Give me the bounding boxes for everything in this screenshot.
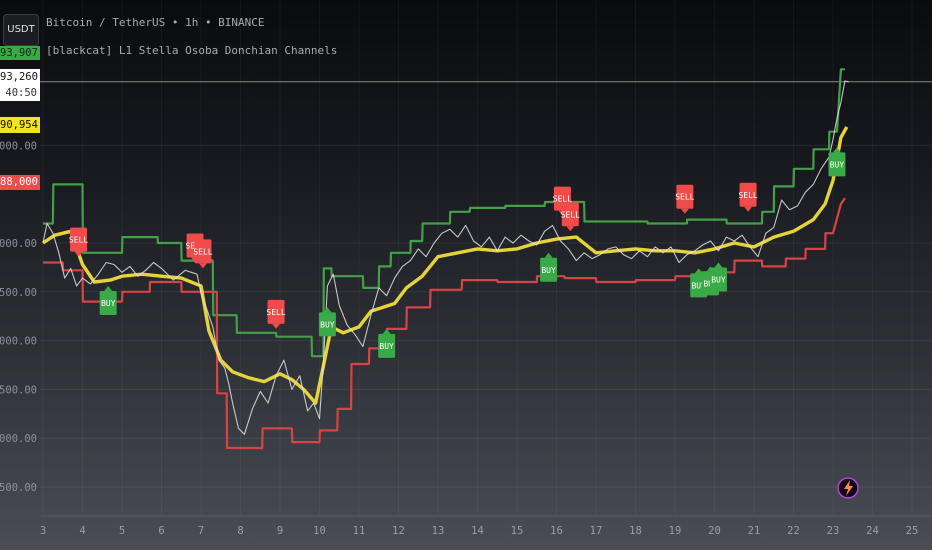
- buy-signal-label: BUY: [828, 147, 846, 177]
- buy-signal-label: BUY: [709, 262, 727, 292]
- x-tick-label: 21: [748, 525, 761, 537]
- x-tick-label: 18: [629, 525, 642, 537]
- lower-channel-line: [43, 197, 846, 450]
- sell-signal-label: SELL: [193, 239, 213, 269]
- buy-signal-label: BUY: [318, 307, 336, 337]
- signal-text: SELL: [193, 247, 212, 256]
- buy-signal-label: BUY: [378, 328, 396, 358]
- x-tick-label: 10: [313, 525, 326, 537]
- x-tick-label: 7: [198, 525, 204, 537]
- symbol-title: Bitcoin / TetherUS • 1h • BINANCE: [46, 16, 265, 29]
- countdown-tag: 40:50: [0, 85, 40, 101]
- x-tick-label: 13: [432, 525, 445, 537]
- x-tick-label: 14: [471, 525, 484, 537]
- signal-text: BUY: [379, 342, 394, 351]
- x-tick-label: 4: [79, 525, 85, 537]
- signal-text: BUY: [541, 266, 556, 275]
- x-tick-label: 15: [511, 525, 524, 537]
- sell-signal-label: SELL: [738, 182, 758, 212]
- x-tick-label: 23: [827, 525, 840, 537]
- signal-text: BUY: [830, 160, 845, 169]
- y-tick-label: 77,500.00: [0, 384, 37, 396]
- x-tick-label: 8: [237, 525, 243, 537]
- sell-signal-label: SELL: [675, 184, 695, 214]
- x-tick-label: 17: [590, 525, 603, 537]
- signal-text: SELL: [561, 210, 580, 219]
- y-axis: 72,500.00 75,000.00 77,500.00 80,000.00 82,5…: [0, 140, 37, 494]
- y-tick-label: 90,000.00: [0, 140, 37, 152]
- middle-channel-price-tag: 90,954.53: [0, 117, 40, 133]
- currency-button[interactable]: USDT: [3, 14, 39, 46]
- y-tick-label: 85,000.00: [0, 238, 37, 250]
- upper-channel-line: [43, 68, 845, 358]
- upper-channel-price-tag: 93,907.08: [0, 46, 40, 60]
- x-tick-label: 9: [277, 525, 283, 537]
- donchian-channel-lines: [42, 68, 849, 450]
- x-tick-label: 3: [40, 525, 46, 537]
- buy-signal-label: BUY: [99, 285, 117, 315]
- lower-channel-price-tag: 88,000.00: [0, 175, 40, 190]
- last-price-tag: 93,260.67: [0, 69, 40, 85]
- tradingview-logo[interactable]: [837, 477, 859, 499]
- x-tick-label: 16: [550, 525, 563, 537]
- x-tick-label: 22: [787, 525, 800, 537]
- x-tick-label: 12: [392, 525, 405, 537]
- price-chart[interactable]: SELLBUYSELLSELLSELLBUYBUYBUYSELLSELLSELL…: [0, 0, 932, 550]
- x-axis: 3 4 5 6 7 8 9 10 11 12 13 14 15 16 17 18 19 20 21 22 23 24 25: [40, 525, 918, 537]
- x-tick-label: 19: [669, 525, 682, 537]
- x-tick-label: 6: [158, 525, 164, 537]
- signal-text: SELL: [738, 191, 757, 200]
- signal-text: SELL: [69, 236, 88, 245]
- x-tick-label: 24: [866, 525, 879, 537]
- y-tick-label: 72,500.00: [0, 482, 37, 494]
- buy-signal-label: BUY: [540, 252, 558, 282]
- signal-text: BUY: [711, 276, 726, 285]
- signal-text: BUY: [320, 320, 335, 329]
- x-tick-label: 11: [353, 525, 366, 537]
- signal-text: SELL: [675, 193, 694, 202]
- sell-signal-label: SELL: [266, 299, 286, 329]
- x-tick-label: 20: [708, 525, 721, 537]
- x-tick-label: 25: [906, 525, 919, 537]
- x-tick-label: 5: [119, 525, 125, 537]
- price-channel-line: [42, 80, 849, 435]
- y-tick-label: 80,000.00: [0, 336, 37, 348]
- y-tick-label: 75,000.00: [0, 433, 37, 445]
- sell-signal-label: SELL: [561, 202, 580, 232]
- signal-text: SELL: [266, 308, 285, 317]
- signal-text: BUY: [101, 299, 116, 308]
- middle-channel-line: [42, 126, 849, 405]
- indicator-name[interactable]: [blackcat] L1 Stella Osoba Donchian Chan…: [46, 44, 337, 57]
- y-tick-label: 82,500.00: [0, 287, 37, 299]
